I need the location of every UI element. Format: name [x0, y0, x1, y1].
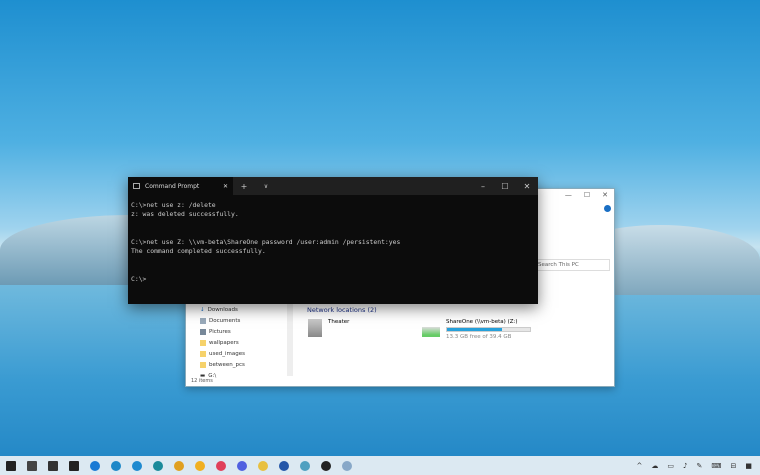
- document-icon: [200, 317, 206, 324]
- file-explorer-icon[interactable]: [252, 456, 273, 475]
- minimize-button[interactable]: —: [565, 191, 572, 199]
- new-tab-button[interactable]: +: [233, 182, 255, 191]
- powershell-icon[interactable]: [273, 456, 294, 475]
- folder-icon: [200, 361, 206, 368]
- network-drive-icon: [422, 327, 440, 337]
- keyboard-icon[interactable]: ⌨: [711, 462, 721, 470]
- edge-dev-icon[interactable]: [147, 456, 168, 475]
- volume-icon[interactable]: ♪: [683, 462, 687, 470]
- close-button[interactable]: ✕: [602, 191, 608, 199]
- phone-icon[interactable]: [84, 456, 105, 475]
- task-view-icon[interactable]: [21, 456, 42, 475]
- terminal-line: C:\>net use z: /delete: [131, 201, 216, 209]
- minimize-button[interactable]: –: [472, 182, 494, 191]
- terminal-line: The command completed successfully.: [131, 247, 266, 256]
- nav-item-wallpapers[interactable]: wallpapers: [186, 337, 286, 348]
- nav-item-documents[interactable]: Documents: [186, 315, 286, 326]
- terminal-output[interactable]: C:\>net use z: /delete z: was deleted suc…: [128, 195, 538, 291]
- pictures-icon: [200, 328, 206, 335]
- nav-item-used-images[interactable]: used_images: [186, 348, 286, 359]
- help-icon[interactable]: [604, 205, 611, 212]
- search-placeholder: Search This PC: [538, 262, 579, 268]
- search-box[interactable]: Search This PC: [534, 259, 610, 271]
- remote-desktop-icon[interactable]: [336, 456, 357, 475]
- drive-usage-bar: [446, 327, 531, 332]
- terminal-line: C:\>net use Z: \\vm-beta\ShareOne passwo…: [131, 238, 401, 247]
- system-tray[interactable]: ^ ☁ ▭ ♪ ✎ ⌨ ⊟ ■: [637, 462, 760, 470]
- onedrive-icon[interactable]: ☁: [651, 462, 658, 470]
- nav-item-pictures[interactable]: Pictures: [186, 326, 286, 337]
- command-prompt-window[interactable]: Command Prompt ✕ + ∨ – ☐ ✕ C:\>net use z: /d…: [128, 177, 538, 304]
- firefox-icon[interactable]: [210, 456, 231, 475]
- tab-command-prompt[interactable]: Command Prompt ✕: [128, 177, 233, 195]
- status-bar: 12 items: [191, 378, 213, 384]
- store-icon[interactable]: [63, 456, 84, 475]
- chrome-icon[interactable]: [168, 456, 189, 475]
- nav-item-downloads[interactable]: ↓ Downloads: [186, 304, 286, 315]
- folder-icon: [200, 339, 206, 346]
- maximize-button[interactable]: ☐: [494, 182, 516, 191]
- edge-icon[interactable]: [105, 456, 126, 475]
- notification-icon[interactable]: ■: [745, 462, 752, 470]
- section-header[interactable]: Network locations (2): [307, 306, 377, 314]
- folder-icon: [200, 350, 206, 357]
- drive-free-text: 13.3 GB free of 39.4 GB: [446, 334, 512, 340]
- settings-icon[interactable]: [42, 456, 63, 475]
- media-server-icon: [308, 319, 322, 337]
- cmd-icon: [133, 183, 140, 189]
- download-icon: ↓: [200, 306, 205, 313]
- pen-icon[interactable]: ✎: [697, 462, 703, 470]
- terminal-icon[interactable]: [315, 456, 336, 475]
- terminal-line: C:\>: [131, 275, 147, 284]
- desktop-icon[interactable]: ⊟: [731, 462, 737, 470]
- maximize-button[interactable]: ☐: [584, 191, 590, 199]
- network-icon[interactable]: ▭: [667, 462, 674, 470]
- terminal-line: z: was deleted successfully.: [131, 210, 239, 219]
- close-tab-icon[interactable]: ✕: [223, 183, 228, 190]
- dropdown-chevron-icon[interactable]: ∨: [255, 183, 277, 190]
- close-button[interactable]: ✕: [516, 182, 538, 191]
- edge-beta-icon[interactable]: [126, 456, 147, 475]
- start-icon[interactable]: [0, 456, 21, 475]
- nav-item-between-pcs[interactable]: between_pcs: [186, 359, 286, 370]
- taskbar: ^ ☁ ▭ ♪ ✎ ⌨ ⊟ ■: [0, 456, 760, 475]
- network-item-theater[interactable]: Theater: [308, 319, 349, 337]
- notepad-icon[interactable]: [294, 456, 315, 475]
- nav-scrollbar[interactable]: [287, 304, 293, 376]
- firefox-nightly-icon[interactable]: [231, 456, 252, 475]
- chrome-canary-icon[interactable]: [189, 456, 210, 475]
- chevron-up-icon[interactable]: ^: [637, 462, 643, 470]
- navigation-pane: ↓ Downloads Documents Pictures wallpapers…: [186, 304, 286, 381]
- network-drive-shareone[interactable]: ShareOne (\\vm-beta) (Z:) 13.3 GB free o…: [422, 319, 531, 340]
- drive-name: ShareOne (\\vm-beta) (Z:): [446, 319, 518, 325]
